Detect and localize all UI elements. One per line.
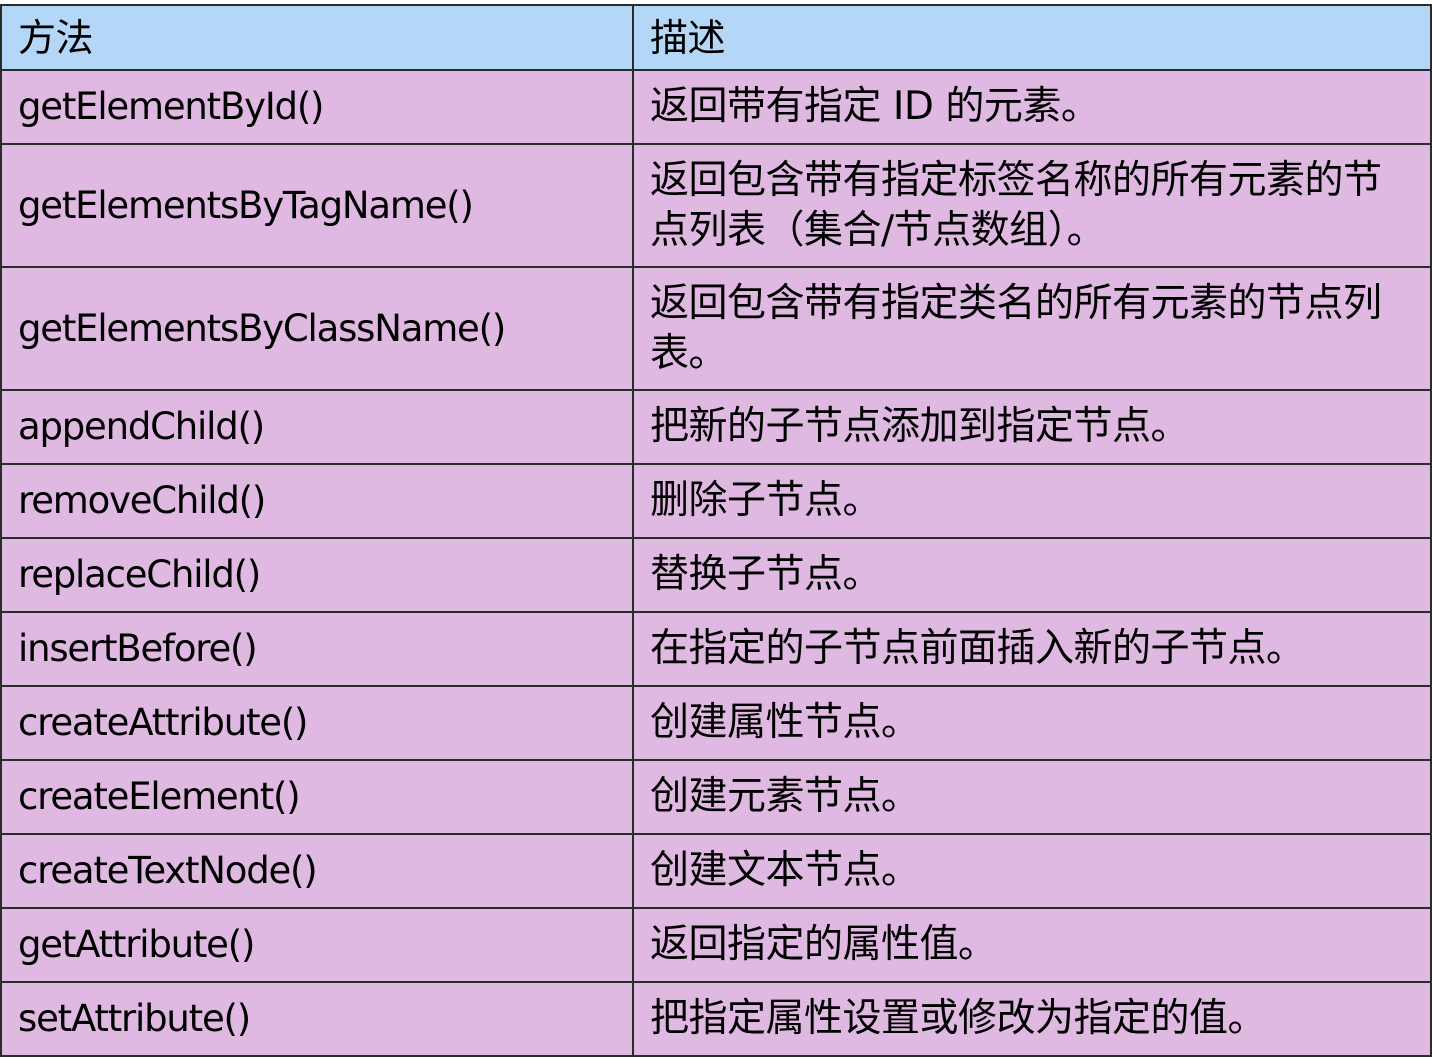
table-row: getElementById() 返回带有指定 ID 的元素。 [0, 69, 1432, 145]
method-name: createElement() [0, 759, 634, 835]
table-row: removeChild() 删除子节点。 [0, 463, 1432, 539]
header-method: 方法 [0, 4, 634, 71]
table-row: setAttribute() 把指定属性设置或修改为指定的值。 [0, 981, 1432, 1057]
table-row: getElementsByClassName() 返回包含带有指定类名的所有元素… [0, 266, 1432, 391]
method-name: setAttribute() [0, 981, 634, 1057]
table-row: appendChild() 把新的子节点添加到指定节点。 [0, 389, 1432, 465]
method-description: 把指定属性设置或修改为指定的值。 [632, 981, 1432, 1057]
method-name: appendChild() [0, 389, 634, 465]
dom-methods-table-container: 方法 描述 getElementById() 返回带有指定 ID 的元素。 ge… [0, 4, 1432, 1057]
method-name: insertBefore() [0, 611, 634, 687]
method-name: createTextNode() [0, 833, 634, 909]
table-row: replaceChild() 替换子节点。 [0, 537, 1432, 613]
method-name: getAttribute() [0, 907, 634, 983]
method-description: 返回包含带有指定标签名称的所有元素的节点列表（集合/节点数组）。 [632, 143, 1432, 268]
method-description: 创建属性节点。 [632, 685, 1432, 761]
method-description: 在指定的子节点前面插入新的子节点。 [632, 611, 1432, 687]
header-row: 方法 描述 [0, 4, 1432, 71]
table-row: getElementsByTagName() 返回包含带有指定标签名称的所有元素… [0, 143, 1432, 268]
method-name: replaceChild() [0, 537, 634, 613]
table-body: getElementById() 返回带有指定 ID 的元素。 getEleme… [0, 69, 1432, 1057]
method-name: createAttribute() [0, 685, 634, 761]
method-name: removeChild() [0, 463, 634, 539]
method-description: 返回带有指定 ID 的元素。 [632, 69, 1432, 145]
table-row: insertBefore() 在指定的子节点前面插入新的子节点。 [0, 611, 1432, 687]
method-description: 创建文本节点。 [632, 833, 1432, 909]
header-description: 描述 [632, 4, 1432, 71]
method-name: getElementsByTagName() [0, 143, 634, 268]
method-description: 返回指定的属性值。 [632, 907, 1432, 983]
method-name: getElementById() [0, 69, 634, 145]
table-row: createElement() 创建元素节点。 [0, 759, 1432, 835]
table-header: 方法 描述 [0, 4, 1432, 71]
dom-methods-table: 方法 描述 getElementById() 返回带有指定 ID 的元素。 ge… [0, 4, 1432, 1057]
table-row: getAttribute() 返回指定的属性值。 [0, 907, 1432, 983]
table-row: createAttribute() 创建属性节点。 [0, 685, 1432, 761]
method-description: 删除子节点。 [632, 463, 1432, 539]
method-name: getElementsByClassName() [0, 266, 634, 391]
method-description: 替换子节点。 [632, 537, 1432, 613]
method-description: 返回包含带有指定类名的所有元素的节点列表。 [632, 266, 1432, 391]
method-description: 创建元素节点。 [632, 759, 1432, 835]
method-description: 把新的子节点添加到指定节点。 [632, 389, 1432, 465]
table-row: createTextNode() 创建文本节点。 [0, 833, 1432, 909]
